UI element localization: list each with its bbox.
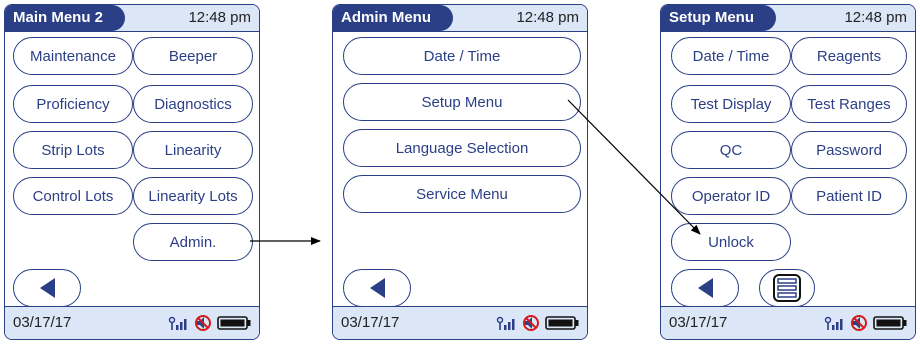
admin-menu-screen: Admin Menu 12:48 pm Date / Time Setup Me…	[332, 4, 588, 340]
screen-title: Admin Menu	[333, 5, 453, 31]
battery-icon	[545, 316, 579, 330]
status-bar: 03/17/17	[333, 306, 587, 339]
list-icon	[773, 274, 801, 302]
diagnostics-button[interactable]: Diagnostics	[133, 85, 253, 123]
main-menu-2-screen: Main Menu 2 12:48 pm Maintenance Beeper …	[4, 4, 260, 340]
clock: 12:48 pm	[188, 9, 251, 26]
date-display: 03/17/17	[341, 314, 400, 331]
sound-off-icon	[851, 315, 867, 331]
back-arrow-icon	[40, 278, 55, 298]
test-display-button[interactable]: Test Display	[671, 85, 791, 123]
reagents-button[interactable]: Reagents	[791, 37, 907, 75]
clock: 12:48 pm	[516, 9, 579, 26]
operator-id-button[interactable]: Operator ID	[671, 177, 791, 215]
setup-menu-screen: Setup Menu 12:48 pm Date / Time Reagents…	[660, 4, 916, 340]
header-bar: Main Menu 2 12:48 pm	[5, 5, 259, 32]
password-button[interactable]: Password	[791, 131, 907, 169]
clock: 12:48 pm	[844, 9, 907, 26]
screen-title: Main Menu 2	[5, 5, 126, 31]
header-bar: Setup Menu 12:48 pm	[661, 5, 915, 32]
proficiency-button[interactable]: Proficiency	[13, 85, 133, 123]
header-bar: Admin Menu 12:48 pm	[333, 5, 587, 32]
status-bar: 03/17/17	[661, 306, 915, 339]
control-lots-button[interactable]: Control Lots	[13, 177, 133, 215]
linearity-lots-button[interactable]: Linearity Lots	[133, 177, 253, 215]
setup-menu-button[interactable]: Setup Menu	[343, 83, 581, 121]
maintenance-button[interactable]: Maintenance	[13, 37, 133, 75]
date-time-button[interactable]: Date / Time	[343, 37, 581, 75]
sound-off-icon	[195, 315, 211, 331]
qc-button[interactable]: QC	[671, 131, 791, 169]
date-time-button[interactable]: Date / Time	[671, 37, 791, 75]
screen-title: Setup Menu	[661, 5, 776, 31]
beeper-button[interactable]: Beeper	[133, 37, 253, 75]
unlock-button[interactable]: Unlock	[671, 223, 791, 261]
wireless-signal-icon	[168, 316, 187, 330]
status-icons	[495, 315, 579, 331]
sound-off-icon	[523, 315, 539, 331]
back-button[interactable]	[343, 269, 411, 307]
test-ranges-button[interactable]: Test Ranges	[791, 85, 907, 123]
battery-icon	[873, 316, 907, 330]
list-button[interactable]	[759, 269, 815, 307]
date-display: 03/17/17	[13, 314, 72, 331]
status-bar: 03/17/17	[5, 306, 259, 339]
strip-lots-button[interactable]: Strip Lots	[13, 131, 133, 169]
back-button[interactable]	[13, 269, 81, 307]
battery-icon	[217, 316, 251, 330]
language-selection-button[interactable]: Language Selection	[343, 129, 581, 167]
back-arrow-icon	[370, 278, 385, 298]
status-icons	[823, 315, 907, 331]
wireless-signal-icon	[496, 316, 515, 330]
wireless-signal-icon	[824, 316, 843, 330]
date-display: 03/17/17	[669, 314, 728, 331]
patient-id-button[interactable]: Patient ID	[791, 177, 907, 215]
back-arrow-icon	[698, 278, 713, 298]
admin-button[interactable]: Admin.	[133, 223, 253, 261]
back-button[interactable]	[671, 269, 739, 307]
linearity-button[interactable]: Linearity	[133, 131, 253, 169]
service-menu-button[interactable]: Service Menu	[343, 175, 581, 213]
status-icons	[167, 315, 251, 331]
